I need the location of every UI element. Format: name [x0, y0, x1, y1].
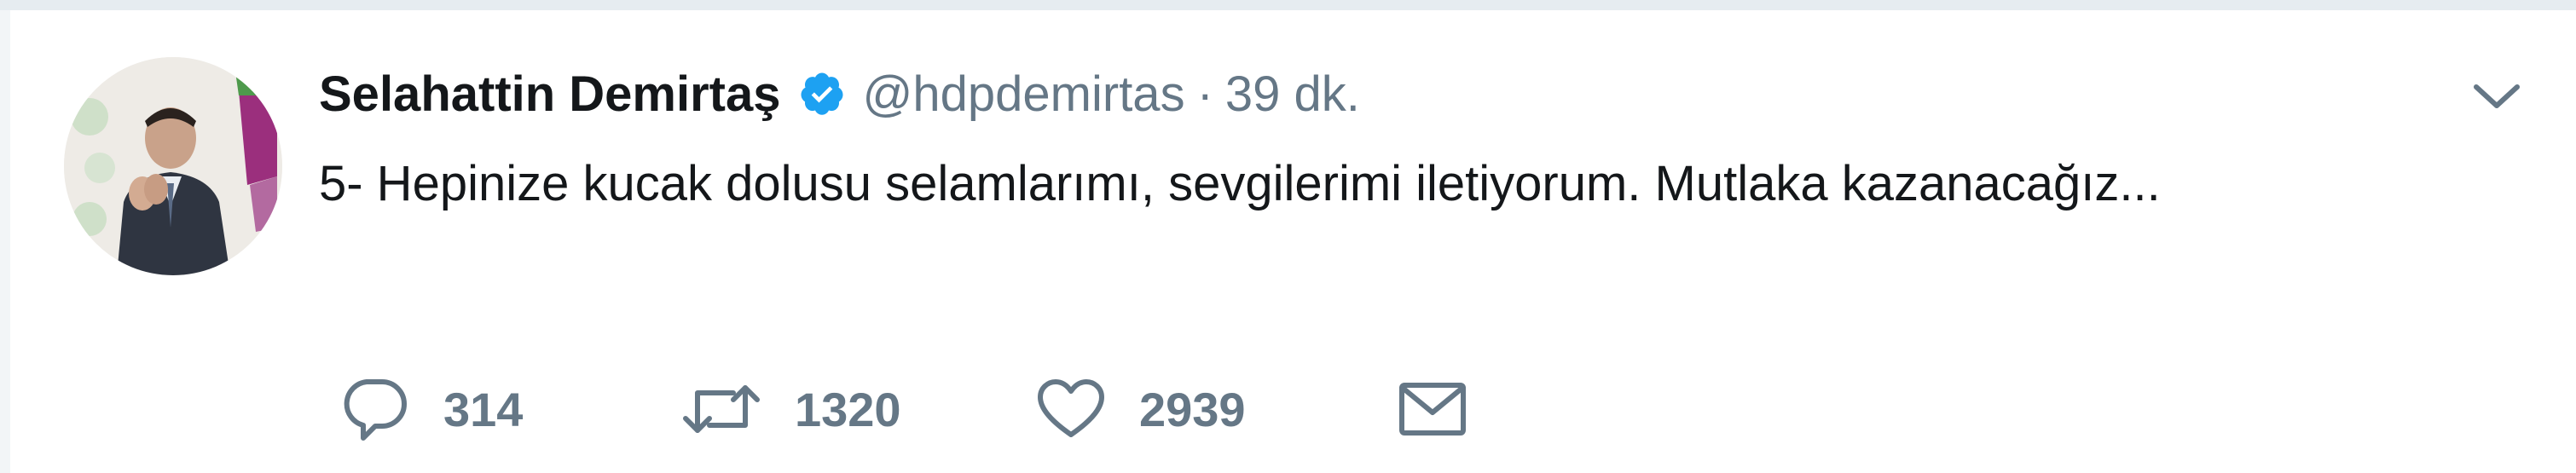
- chevron-down-icon[interactable]: [2471, 80, 2522, 114]
- reply-icon: [341, 377, 409, 441]
- retweet-button[interactable]: 1320: [682, 379, 1037, 439]
- direct-message-button[interactable]: [1398, 382, 1467, 436]
- tweet-header: Selahattin Demirtaş @hdpdemirtas · 39 dk…: [319, 60, 1360, 128]
- heart-icon: [1037, 378, 1105, 440]
- verified-badge-icon: [798, 70, 846, 118]
- author-handle[interactable]: @hdpdemirtas: [863, 66, 1185, 123]
- timeline-left-gutter: [0, 10, 10, 473]
- retweet-count: 1320: [795, 382, 901, 436]
- tweet-timestamp[interactable]: 39 dk.: [1225, 66, 1360, 123]
- reply-count: 314: [443, 382, 524, 436]
- header-separator: ·: [1196, 66, 1213, 122]
- tweet-actions: 314 1320 2939: [341, 372, 1467, 446]
- like-button[interactable]: 2939: [1037, 378, 1398, 440]
- envelope-icon: [1398, 382, 1467, 436]
- tweet-card[interactable]: Selahattin Demirtaş @hdpdemirtas · 39 dk…: [10, 10, 2576, 473]
- retweet-icon: [682, 379, 761, 439]
- tweet-text: 5- Hepinize kucak dolusu selamlarımı, se…: [319, 156, 2161, 211]
- avatar-image: [64, 57, 282, 275]
- avatar[interactable]: [64, 57, 282, 275]
- reply-button[interactable]: 314: [341, 377, 682, 441]
- timeline-top-border: [0, 0, 2576, 10]
- like-count: 2939: [1139, 382, 1246, 436]
- author-display-name[interactable]: Selahattin Demirtaş: [319, 66, 781, 123]
